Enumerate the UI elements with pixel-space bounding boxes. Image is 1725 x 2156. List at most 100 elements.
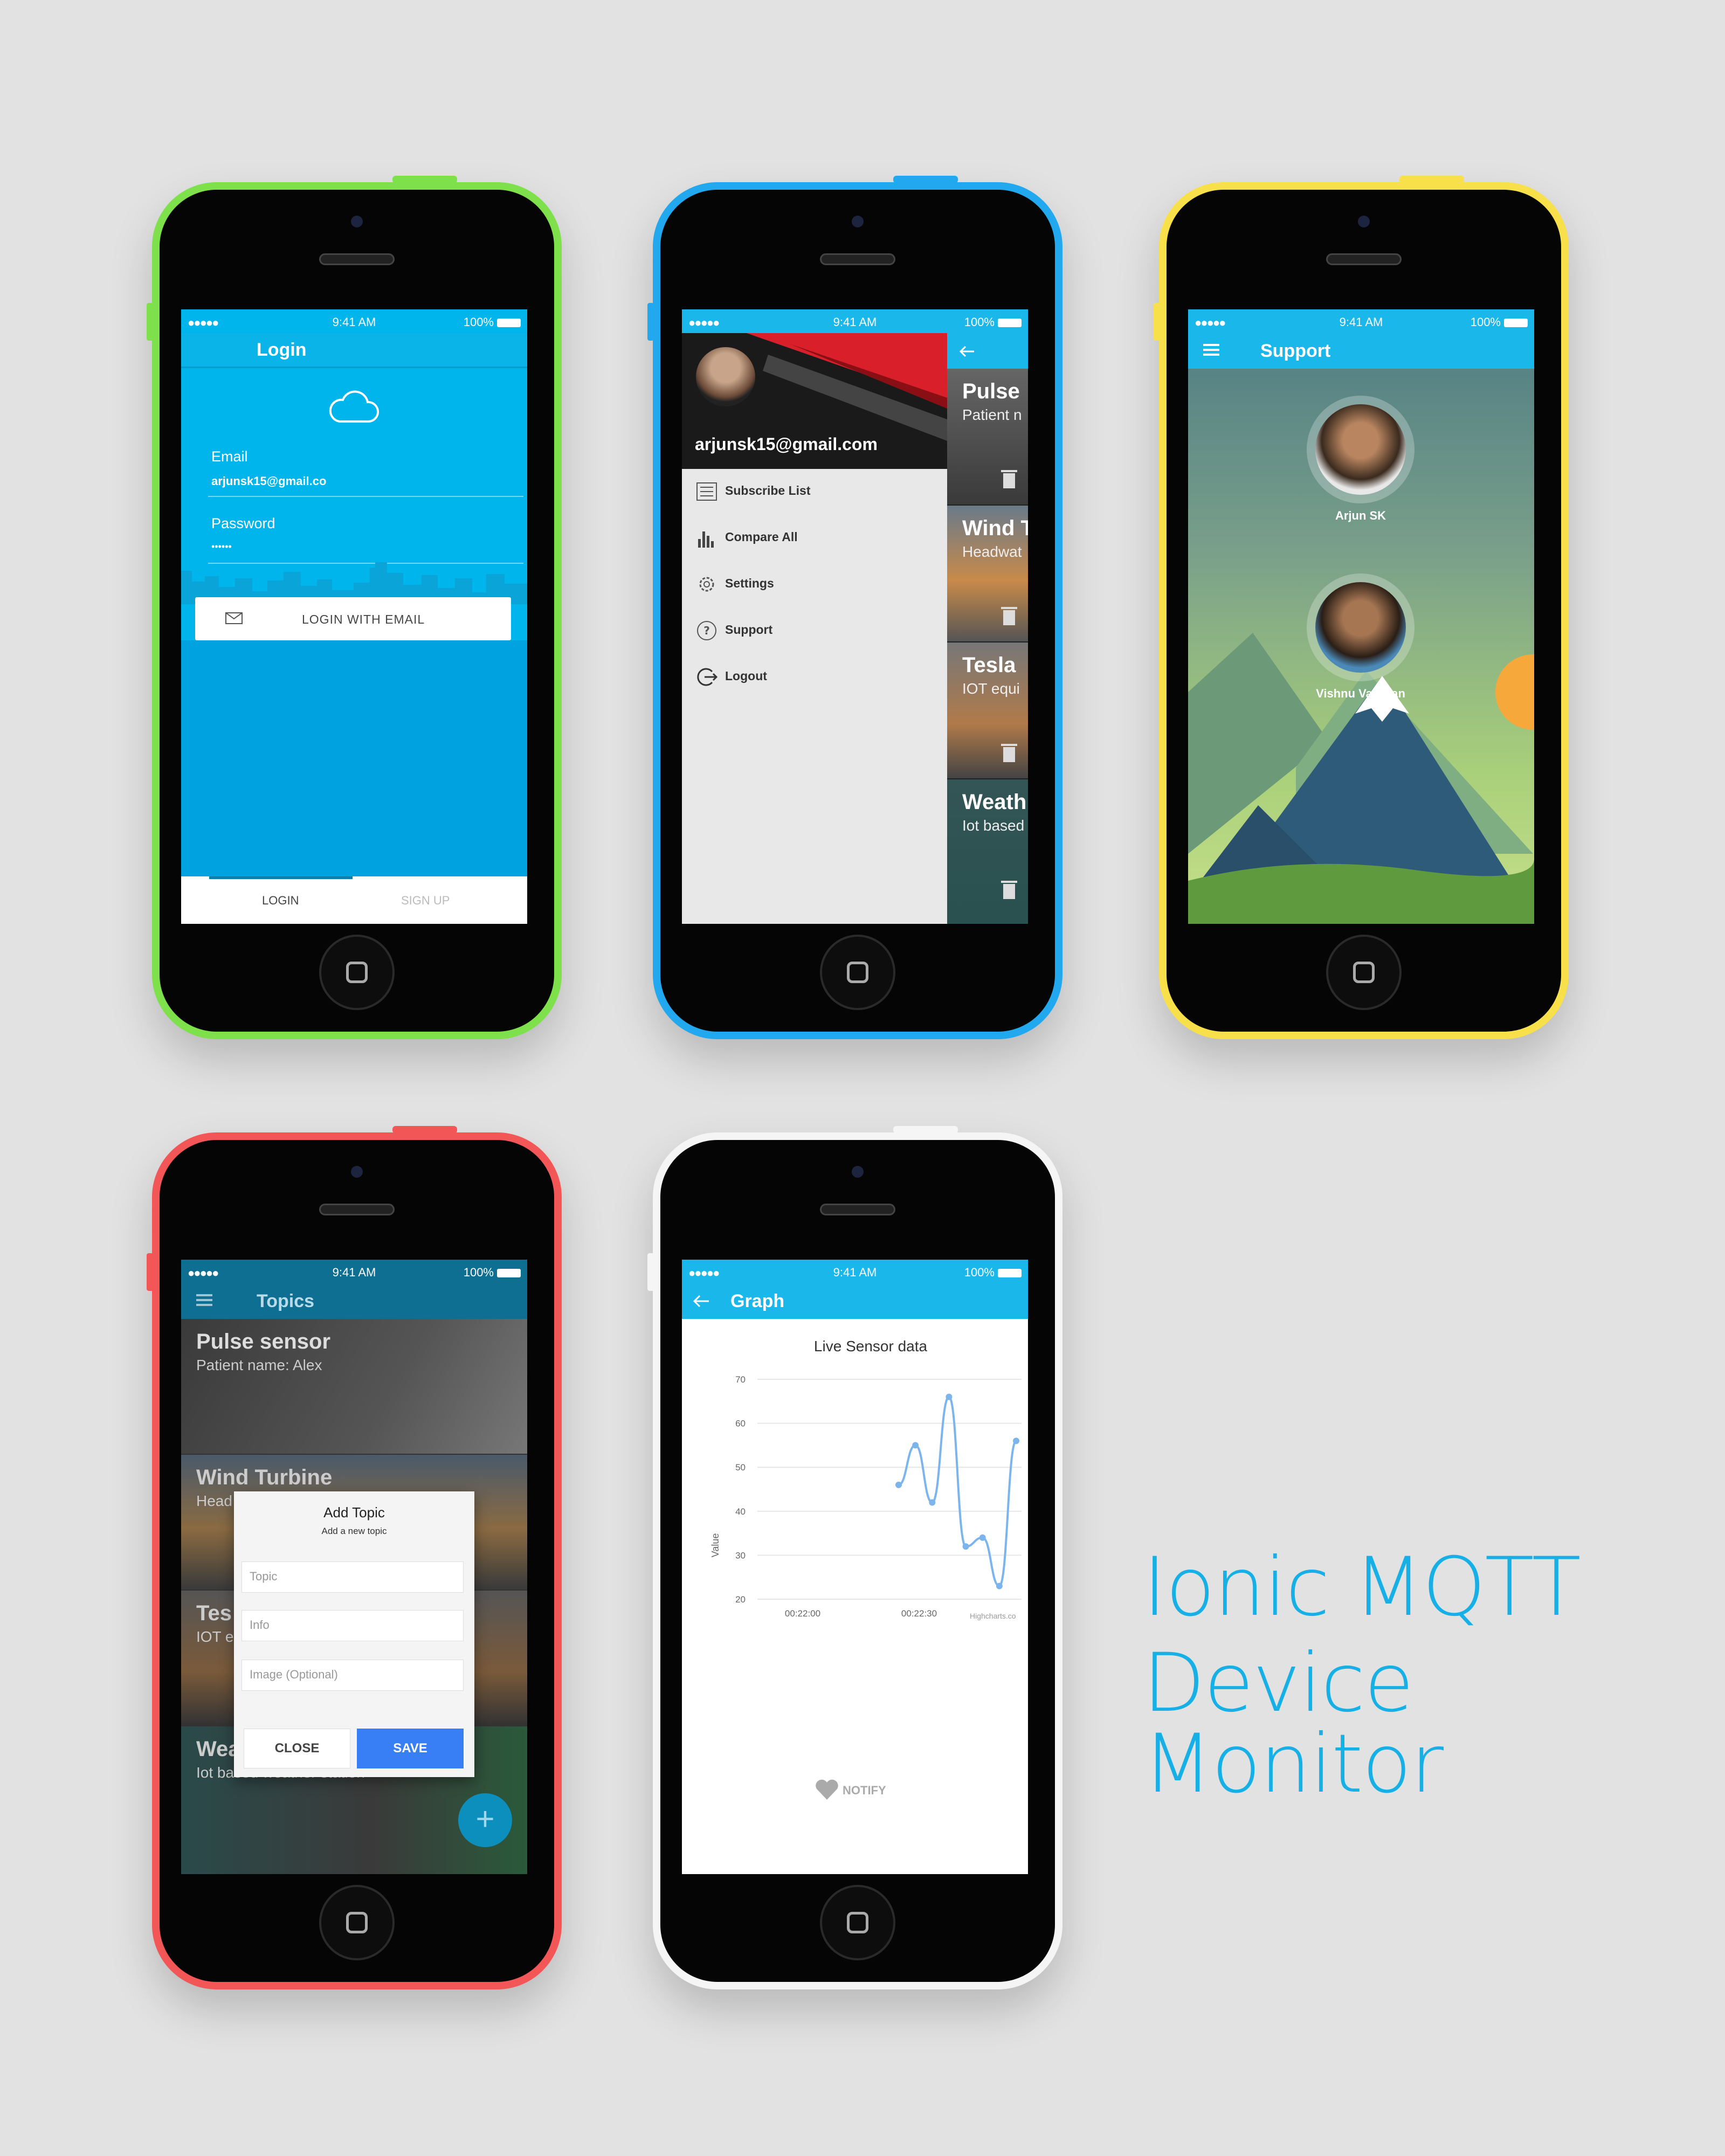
page-title: Login — [257, 340, 307, 360]
add-topic-dialog: Add Topic Add a new topic Topic Info Ima… — [234, 1491, 474, 1777]
topic-card[interactable]: Pulse Patient n — [947, 369, 1028, 505]
support-header: Support — [1188, 333, 1534, 369]
back-arrow-icon[interactable] — [959, 345, 975, 358]
menu-item-settings[interactable]: Settings — [696, 573, 774, 595]
battery-indicator: 100% — [964, 1266, 1022, 1280]
topic-card[interactable]: Tesla IOT equi — [947, 642, 1028, 778]
menu-item-compare-all[interactable]: Compare All — [696, 527, 798, 549]
camera — [852, 216, 864, 227]
email-label: Email — [211, 448, 248, 465]
menu-icon[interactable] — [196, 1294, 212, 1296]
avatar[interactable] — [696, 347, 755, 406]
menu-icon[interactable] — [1203, 344, 1219, 346]
card-title: Tes — [196, 1601, 232, 1625]
speaker — [1326, 253, 1402, 265]
data-point — [996, 1583, 1003, 1590]
back-header — [947, 333, 1028, 369]
trash-icon[interactable] — [1001, 606, 1017, 625]
topic-card[interactable]: Wind T Headwat — [947, 506, 1028, 641]
menu-item-subscribe-list[interactable]: Subscribe List — [696, 481, 810, 502]
login-header: Login — [181, 333, 527, 368]
home-button[interactable] — [820, 935, 895, 1010]
battery-icon — [497, 1269, 521, 1277]
menu-item-label: Logout — [725, 669, 767, 683]
login-with-email-button[interactable]: LOGIN WITH EMAIL — [195, 597, 511, 640]
side-drawer: arjunsk15@gmail.com Subscribe List Compa… — [682, 333, 947, 924]
notify-label: NOTIFY — [843, 1784, 886, 1797]
camera — [351, 216, 363, 227]
y-tick-label: 40 — [735, 1507, 746, 1517]
card-subtitle: Head — [196, 1492, 232, 1509]
card-subtitle: Iot based — [962, 817, 1025, 834]
battery-indicator: 100% — [964, 315, 1022, 329]
card-subtitle: IOT equi — [962, 680, 1020, 697]
support-person-card[interactable]: Arjun SK — [1296, 396, 1425, 536]
y-tick-label: 60 — [735, 1419, 746, 1429]
notify-button[interactable]: NOTIFY — [815, 1778, 901, 1802]
phone-support: ●●●●● 9:41 AM 100% Support Arjun SK Vish… — [1154, 176, 1569, 1039]
battery-icon — [1504, 319, 1528, 327]
card-title: Pulse sensor — [196, 1330, 331, 1353]
support-person-card[interactable]: Vishnu Vardhan — [1296, 573, 1425, 714]
page-title: Topics — [257, 1291, 315, 1311]
battery-indicator: 100% — [1471, 315, 1528, 329]
home-button[interactable] — [820, 1885, 895, 1960]
y-tick-label: 20 — [735, 1594, 746, 1605]
data-point — [979, 1534, 986, 1541]
trash-icon[interactable] — [1001, 880, 1017, 899]
menu-item-label: Support — [725, 623, 773, 637]
password-field[interactable]: •••••• — [211, 541, 232, 552]
content-behind-drawer: Pulse Patient n Wind T Headwat Tesla IOT… — [947, 333, 1028, 924]
home-button[interactable] — [319, 935, 395, 1010]
avatar — [1307, 573, 1414, 681]
user-email: arjunsk15@gmail.com — [695, 434, 878, 454]
y-axis-label: Value — [710, 1533, 721, 1558]
avatar — [1307, 396, 1414, 503]
camera — [1358, 216, 1370, 227]
battery-text: 100% — [964, 315, 995, 329]
data-point — [962, 1543, 969, 1550]
login-with-email-label: LOGIN WITH EMAIL — [302, 612, 425, 626]
status-bar: ●●●●● 9:41 AM 100% — [1188, 309, 1534, 333]
topic-card[interactable]: Weath Iot based — [947, 779, 1028, 924]
camera — [852, 1166, 864, 1178]
menu-item-support[interactable]: ? Support — [696, 620, 772, 641]
dialog-subtitle: Add a new topic — [321, 1526, 387, 1536]
speaker — [820, 1204, 895, 1215]
home-button[interactable] — [1326, 935, 1402, 1010]
data-point — [1013, 1438, 1019, 1445]
battery-indicator: 100% — [464, 315, 521, 329]
image-input[interactable]: Image (Optional) — [242, 1660, 464, 1691]
close-button[interactable]: CLOSE — [244, 1729, 350, 1768]
topic-input[interactable]: Topic — [242, 1561, 464, 1593]
topics-screen: ●●●●● 9:41 AM 100% Topics Pulse sensor P… — [181, 1260, 527, 1874]
logout-icon — [697, 668, 717, 686]
add-topic-fab[interactable]: + — [458, 1793, 512, 1847]
password-label: Password — [211, 515, 275, 531]
card-title: Tesla — [962, 653, 1016, 677]
email-underline — [208, 496, 523, 497]
save-button[interactable]: SAVE — [357, 1729, 464, 1768]
cloud-icon — [329, 390, 380, 423]
topic-card[interactable]: Pulse sensor Patient name: Alex — [181, 1319, 527, 1454]
status-bar: ●●●●● 9:41 AM 100% — [181, 309, 527, 333]
help-icon: ? — [697, 621, 716, 640]
card-title: Wind T — [962, 516, 1028, 540]
data-point — [895, 1481, 902, 1488]
y-tick-label: 30 — [735, 1550, 746, 1560]
status-bar: ●●●●● 9:41 AM 100% — [181, 1260, 527, 1283]
trash-icon[interactable] — [1001, 469, 1017, 488]
home-button[interactable] — [319, 1885, 395, 1960]
menu-item-logout[interactable]: Logout — [696, 666, 767, 688]
card-subtitle: Headwat — [962, 543, 1022, 560]
menu-item-label: Compare All — [725, 530, 798, 544]
back-arrow-icon[interactable] — [693, 1294, 710, 1308]
tab-sign-up[interactable]: SIGN UP — [401, 894, 450, 908]
tab-login[interactable]: LOGIN — [262, 894, 299, 908]
battery-text: 100% — [1470, 315, 1501, 329]
trash-icon[interactable] — [1001, 743, 1017, 762]
y-tick-label: 50 — [735, 1462, 746, 1473]
battery-icon — [497, 319, 521, 327]
email-field[interactable]: arjunsk15@gmail.co — [211, 474, 326, 488]
info-input[interactable]: Info — [242, 1610, 464, 1641]
